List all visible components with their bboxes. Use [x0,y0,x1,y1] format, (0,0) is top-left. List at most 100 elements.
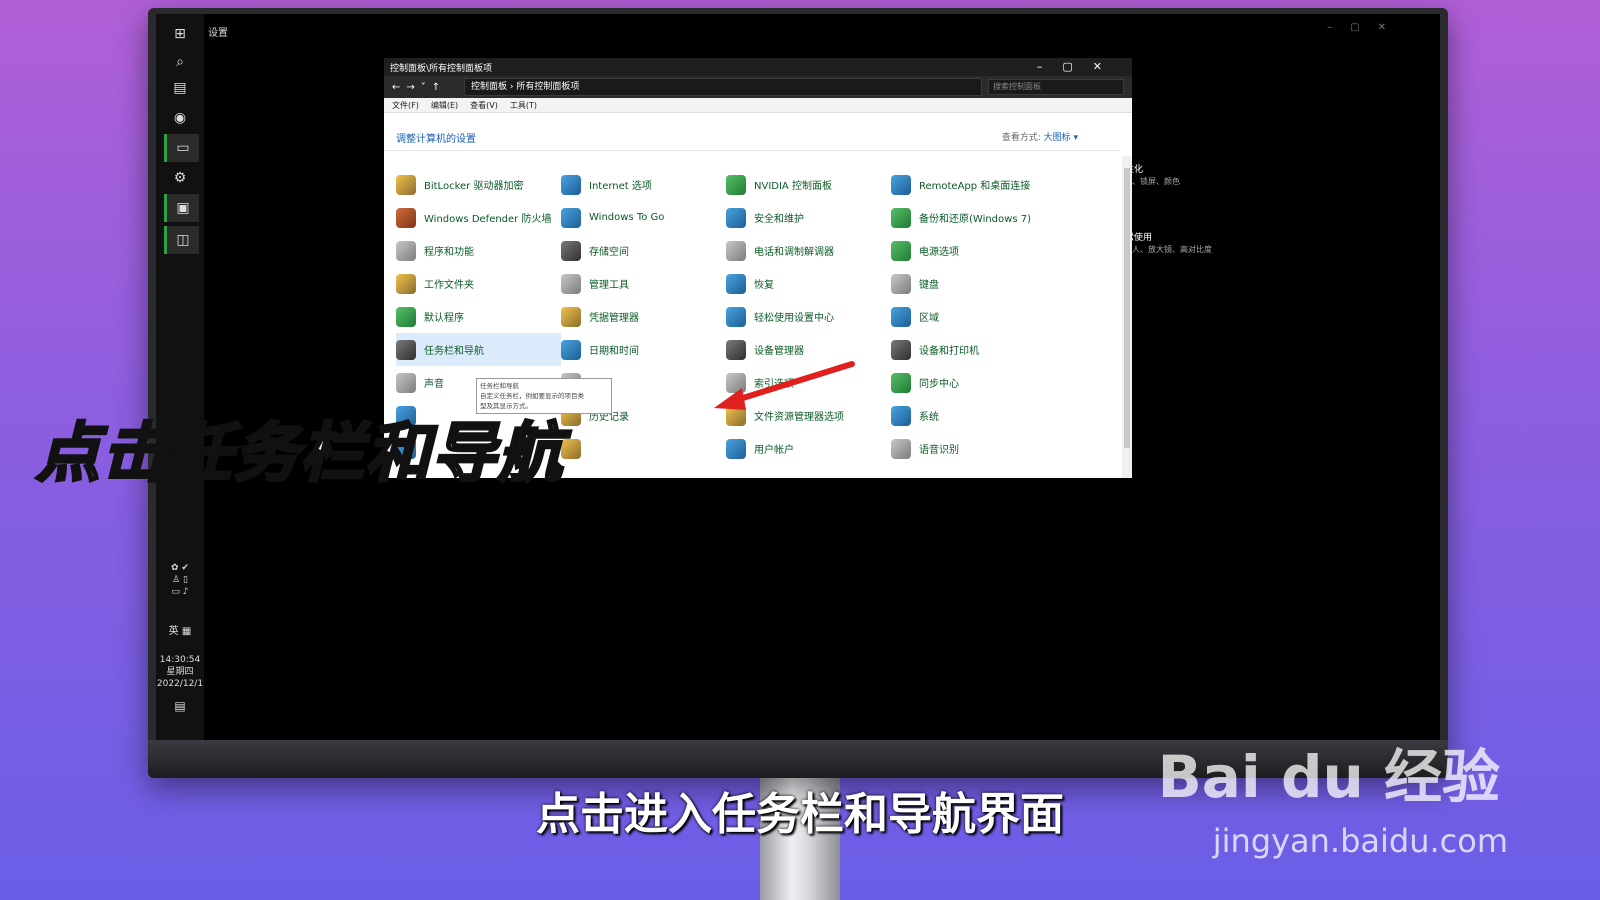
tray-icons[interactable]: ✿ ✔ ♙ ▯ ▭ ♪ [156,562,204,598]
control-panel-item[interactable]: 轻松使用设置中心 [726,300,891,333]
control-panel-item-label: Windows To Go [589,212,665,223]
blank-icon [561,438,581,459]
file-explorer-icon[interactable]: ▭ [164,134,199,162]
control-panel-item-label: 区域 [919,313,939,324]
user-accounts-icon [726,438,746,459]
notification-icon[interactable]: ▤ [156,700,204,712]
menu-view[interactable]: 查看(V) [470,100,498,111]
view-by-dropdown[interactable]: 大图标 ▾ [1044,133,1078,143]
control-panel-item[interactable]: 语音识别 [891,432,1056,465]
control-panel-item[interactable]: 用户帐户 [726,432,891,465]
clock-weekday: 星期四 [166,667,194,677]
system-icon [891,405,911,426]
microphone-icon [891,438,911,459]
control-panel-item[interactable]: NVIDIA 控制面板 [726,168,891,201]
menu-file[interactable]: 文件(F) [392,100,419,111]
control-panel-taskbar-icon[interactable]: ▣ [164,194,199,222]
control-panel-item-label: 轻松使用设置中心 [754,313,834,324]
flag-icon [726,207,746,228]
control-panel-item[interactable]: 程序和功能 [396,234,561,267]
storage-icon [561,240,581,261]
control-panel-item[interactable]: 任务栏和导航 [396,333,561,366]
control-panel-titlebar[interactable]: 控制面板\所有控制面板项 –▢✕ [384,58,1132,76]
divider [384,150,1120,151]
device-manager-icon [726,339,746,360]
tooltip-line: 自定义任务栏，例如要显示的项目类 [480,392,584,400]
control-panel-item[interactable]: 默认程序 [396,300,561,333]
baidu-watermark: Bai du 经验 [1157,743,1500,811]
control-panel-item-label: 程序和功能 [424,247,474,258]
control-panel-item[interactable]: Internet 选项 [561,168,726,201]
task-view-icon[interactable]: ▤ [164,74,196,102]
lang-indicator[interactable]: 英 [169,626,179,637]
default-programs-icon [396,306,416,327]
credential-icon [561,306,581,327]
control-panel-item[interactable]: 设备和打印机 [891,333,1056,366]
control-panel-item-label: 电话和调制解调器 [754,247,834,258]
desktop-screen: ⊞ ⌕ ▤ ◉ ▭ ⚙ ▣ ◫ ✿ ✔ ♙ ▯ ▭ ♪ 英 ▦ 14:30:54 星… [156,14,1440,740]
nav-buttons[interactable]: ←→˅↑ [384,82,464,93]
sound-icon [396,372,416,393]
menu-tools[interactable]: 工具(T) [510,100,537,111]
control-panel-item[interactable]: 电源选项 [891,234,1056,267]
control-panel-item-label: 备份和还原(Windows 7) [919,214,1031,225]
control-panel-item-label: 系统 [919,412,939,423]
input-language[interactable]: 英 ▦ [156,626,204,638]
control-panel-item[interactable]: 安全和维护 [726,201,891,234]
window-controls[interactable]: –▢✕ [1037,60,1122,73]
windows-to-go-icon [561,207,581,228]
internet-options-icon [561,174,581,195]
window-title: 控制面板\所有控制面板项 [390,63,493,74]
control-panel-item[interactable] [561,432,726,465]
control-panel-item[interactable]: Windows To Go [561,201,726,234]
red-arrow-annotation [714,361,855,410]
chrome-icon[interactable]: ◉ [164,104,196,132]
control-panel-item-label: 用户帐户 [754,445,794,456]
settings-gear-icon[interactable]: ⚙ [164,164,196,192]
printer-icon [891,339,911,360]
control-panel-item[interactable]: 凭据管理器 [561,300,726,333]
control-panel-item[interactable]: 工作文件夹 [396,267,561,300]
address-bar: ←→˅↑ 控制面板 › 所有控制面板项 搜索控制面板 [384,76,1132,98]
settings-window-controls[interactable]: –▢✕ [1327,22,1404,33]
control-panel-item-label: 管理工具 [589,280,629,291]
menu-bar: 文件(F) 编辑(E) 查看(V) 工具(T) [384,98,1132,113]
control-panel-item-label: 安全和维护 [754,214,804,225]
page-title: 调整计算机的设置 [396,134,476,145]
ease-of-access-icon [726,306,746,327]
clock-date: 2022/12/1 [156,679,204,689]
control-panel-item[interactable]: RemoteApp 和桌面连接 [891,168,1056,201]
control-panel-item[interactable]: Windows Defender 防火墙 [396,201,561,234]
menu-edit[interactable]: 编辑(E) [431,100,458,111]
control-panel-item-label: BitLocker 驱动器加密 [424,181,524,192]
control-panel-item-label: 设备管理器 [754,346,804,357]
clock[interactable]: 14:30:54 星期四 2022/12/1 [156,654,204,690]
control-panel-item[interactable]: 管理工具 [561,267,726,300]
baidu-watermark-url: jingyan.baidu.com [1212,822,1508,860]
control-panel-item[interactable]: BitLocker 驱动器加密 [396,168,561,201]
scrollbar[interactable] [1122,156,1132,478]
control-panel-item[interactable]: 恢复 [726,267,891,300]
control-panel-item-label: 任务栏和导航 [424,346,484,357]
control-panel-item[interactable]: 系统 [891,399,1056,432]
control-panel-item[interactable]: 电话和调制解调器 [726,234,891,267]
start-icon[interactable]: ⊞ [164,20,196,48]
control-panel-item[interactable]: 存储空间 [561,234,726,267]
control-panel-item-label: 存储空间 [589,247,629,258]
tooltip-line: 任务栏和导航 [480,382,519,390]
control-panel-item-label: 键盘 [919,280,939,291]
control-panel-item[interactable]: 区域 [891,300,1056,333]
sync-icon [891,372,911,393]
scrollbar-thumb[interactable] [1124,168,1130,448]
search-input[interactable]: 搜索控制面板 [988,79,1124,95]
photos-icon[interactable]: ◫ [164,226,199,254]
control-panel-item[interactable]: 键盘 [891,267,1056,300]
control-panel-item-label: 声音 [424,379,444,390]
region-icon [891,306,911,327]
date-time-icon [561,339,581,360]
control-panel-item-label: 恢复 [754,280,774,291]
control-panel-item[interactable]: 同步中心 [891,366,1056,399]
search-icon[interactable]: ⌕ [164,48,196,76]
breadcrumb[interactable]: 控制面板 › 所有控制面板项 [464,78,982,96]
control-panel-item[interactable]: 备份和还原(Windows 7) [891,201,1056,234]
